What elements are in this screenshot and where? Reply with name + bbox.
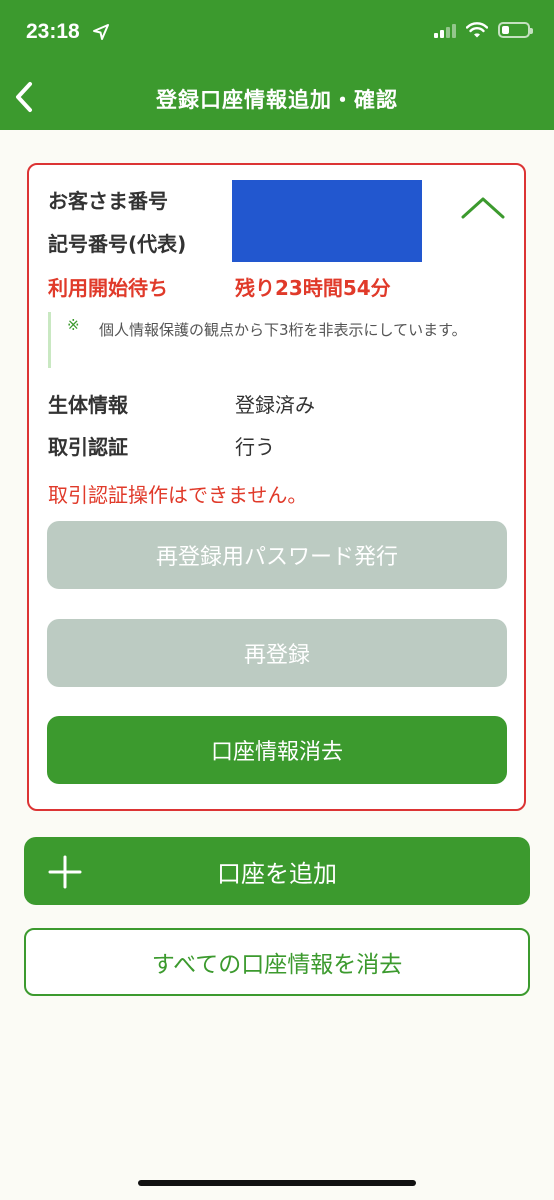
account-card: お客さま番号 記号番号(代表) 利用開始待ち 残り23時間54分 ※ 個人情報保… — [27, 163, 526, 811]
txn-auth-label: 取引認証 — [48, 435, 128, 459]
biometric-label: 生体情報 — [48, 393, 128, 417]
home-indicator — [138, 1180, 416, 1186]
add-account-label: 口座を追加 — [217, 859, 337, 888]
account-number-label: 記号番号(代表) — [48, 232, 187, 256]
signal-icon — [434, 22, 456, 38]
biometric-value: 登録済み — [235, 393, 315, 417]
txn-auth-value: 行う — [235, 435, 275, 459]
note-text: 個人情報保護の観点から下3桁を非表示にしています。 — [99, 321, 467, 339]
collapse-button[interactable] — [459, 195, 507, 221]
status-time: 23:18 — [26, 20, 80, 43]
reissue-password-button[interactable]: 再登録用パスワード発行 — [47, 521, 507, 589]
remaining-time: 残り23時間54分 — [235, 276, 391, 300]
masked-account-info — [232, 180, 422, 262]
delete-all-accounts-button[interactable]: すべての口座情報を消去 — [24, 928, 530, 996]
battery-icon — [498, 22, 533, 38]
page-title: 登録口座情報追加・確認 — [156, 88, 398, 112]
wifi-icon — [466, 22, 488, 38]
add-account-button[interactable]: 口座を追加 — [24, 837, 530, 905]
customer-number-label: お客さま番号 — [48, 189, 168, 213]
privacy-note: ※ 個人情報保護の観点から下3桁を非表示にしています。 — [48, 312, 508, 368]
status-icons — [434, 22, 533, 38]
note-mark: ※ — [67, 316, 80, 334]
delete-account-button[interactable]: 口座情報消去 — [47, 716, 507, 784]
status-label: 利用開始待ち — [48, 276, 168, 300]
reregister-button[interactable]: 再登録 — [47, 619, 507, 687]
app-header: 23:18 登録口座情報追加・確認 — [0, 0, 554, 130]
warning-text: 取引認証操作はできません。 — [48, 483, 308, 507]
location-arrow-icon — [93, 24, 109, 40]
